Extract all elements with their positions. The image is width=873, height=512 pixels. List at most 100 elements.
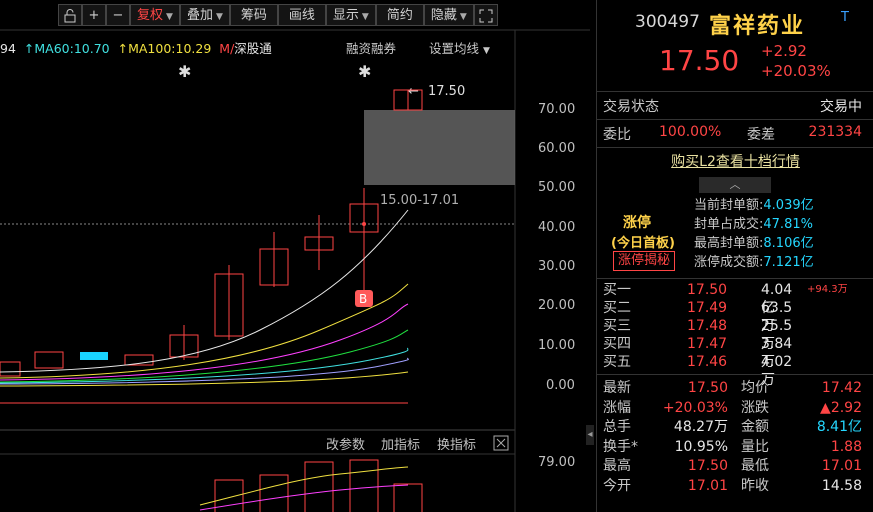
swap-indicator-tab: 换指标 [437,438,476,453]
bid-label: 买一 [603,282,631,298]
limit-up-line-label: 当前封单额: [694,198,764,213]
weicha-value: 231334 [808,124,862,140]
quote-label: 最新 [603,380,631,396]
candle [34,351,64,369]
bid-label: 买二 [603,300,631,316]
quote-label: 换手* [603,438,638,455]
quote-label: 昨收 [741,477,769,494]
limit-up-line-label: 涨停成交额: [694,255,764,270]
stock-name: 富祥药业 [709,14,806,39]
limit-up-line: 当前封单额:4.039亿 [694,196,814,215]
stock-code: 300497 [635,12,700,32]
quote-row: 今开 17.01 昨收 14.58 [597,477,873,496]
add-indicator-tab: 加指标 [381,438,420,453]
yaxis-tick: 40.00 [538,220,575,235]
divider [597,278,873,279]
limit-up-line-value: 4.039亿 [763,198,814,213]
quote-label: 涨跌 [741,399,769,416]
quote-value: 17.50 [687,380,728,396]
yaxis-tick: 20.00 [538,298,575,313]
weicha-label: 委差 [747,127,775,143]
price-arrow-icon: ← [408,84,419,99]
quote-label: 量比 [741,438,769,455]
limit-up-reveal-label: 涨停揭秘 [618,253,671,268]
yaxis-tick: 10.00 [538,338,575,353]
l2-link[interactable]: 购买L2查看十档行情 [597,151,873,173]
stock-header: 300497 富祥药业 T [597,10,873,39]
yaxis-tick: 60.00 [538,141,575,156]
kline-chart[interactable]: ✱ ✱ 15.00-17.01 ← 17.50 B 70.00 60.00 50… [0,0,590,512]
quote-row: 总手 48.27万 金额 8.41亿 [597,418,873,437]
bid-change: +94.3万 [807,284,848,295]
limit-up-line: 涨停成交额:7.121亿 [694,253,814,272]
panel-splitter[interactable]: ◂ [586,425,594,445]
limit-up-line-label: 最高封单额: [694,236,764,251]
limit-up-line-value: 8.106亿 [763,236,814,251]
current-price-dot [362,222,366,226]
limit-up-line-value: 47.81% [763,217,813,232]
l2-link-label: 购买L2查看十档行情 [671,154,800,170]
volume-bar [259,474,289,512]
price-label: 17.50 [428,84,465,99]
price-change: +2.92 [761,42,807,60]
weibi-value: 100.00% [659,124,722,140]
volume-bar [304,461,334,512]
event-marker: ✱ [358,62,371,81]
limit-up-line-label: 封单占成交: [694,217,764,232]
trade-status-row: 交易状态 交易中 [597,96,873,118]
limit-up-details: 当前封单额:4.039亿 封单占成交:47.81% 最高封单额:8.106亿 涨… [694,196,814,272]
quote-label: 最低 [741,458,769,474]
trade-status-value: 交易中 [820,99,862,115]
sub-yaxis-tick: 79.00 [538,455,575,470]
limit-up-sub: (今日首板) [611,236,675,251]
quote-value: 17.01 [687,477,728,494]
divider [597,119,873,120]
trade-status-label: 交易状态 [603,99,659,115]
quote-value: 14.58 [821,477,862,494]
close-x-icon [496,438,506,448]
buy-marker-label: B [359,292,367,306]
volume-bar [349,459,379,512]
chevron-up-icon: ︿ [729,178,741,191]
quote-value: 10.95% [674,438,728,455]
quote-value: 1.88 [830,438,862,455]
quote-value: 17.01 [821,458,862,474]
limit-up-reveal-button[interactable]: 涨停揭秘 [613,251,676,271]
collapse-button[interactable]: ︿ [699,177,771,193]
divider [597,374,873,375]
bid-price: 17.47 [687,336,728,352]
quote-row: 最新 17.50 均价 17.42 [597,379,873,398]
quote-row: 最高 17.50 最低 17.01 [597,457,873,476]
weibi-row: 委比 100.00% 委差 231334 [597,124,873,146]
weibi-label: 委比 [603,127,631,143]
divider [597,147,873,148]
bid-label: 买四 [603,336,631,352]
quote-value: +20.03% [662,399,728,416]
quote-value: ▲2.92 [820,399,862,416]
quote-value: 48.27万 [673,419,728,435]
range-label: 15.00-17.01 [380,193,459,208]
change-params-tab: 改参数 [326,437,365,453]
yaxis-tick: 0.00 [546,378,575,393]
candle-down [80,352,108,360]
yaxis-tick: 70.00 [538,102,575,117]
bid-label: 买五 [603,354,631,370]
vol-ma-line [199,466,409,506]
limit-up-line-value: 7.121亿 [763,255,814,270]
bid-label: 买三 [603,318,631,334]
quote-value: 8.41亿 [816,419,862,435]
limit-up-line: 最高封单额:8.106亿 [694,234,814,253]
volume-bar [393,483,423,512]
event-marker: ✱ [178,62,191,81]
quote-panel: 300497 富祥药业 T 17.50 +2.92 +20.03% 交易状态 交… [596,0,873,512]
quote-label: 总手 [603,419,631,435]
ma5-line [0,209,409,373]
bid-price: 17.48 [687,318,728,334]
candle [0,361,21,377]
caret-left-icon: ◂ [587,429,593,440]
current-price: 17.50 [659,44,740,77]
price-pct: +20.03% [761,62,831,80]
yaxis-tick: 30.00 [538,259,575,274]
bid-price: 17.46 [687,354,728,370]
price-block: 17.50 +2.92 +20.03% [597,40,873,86]
